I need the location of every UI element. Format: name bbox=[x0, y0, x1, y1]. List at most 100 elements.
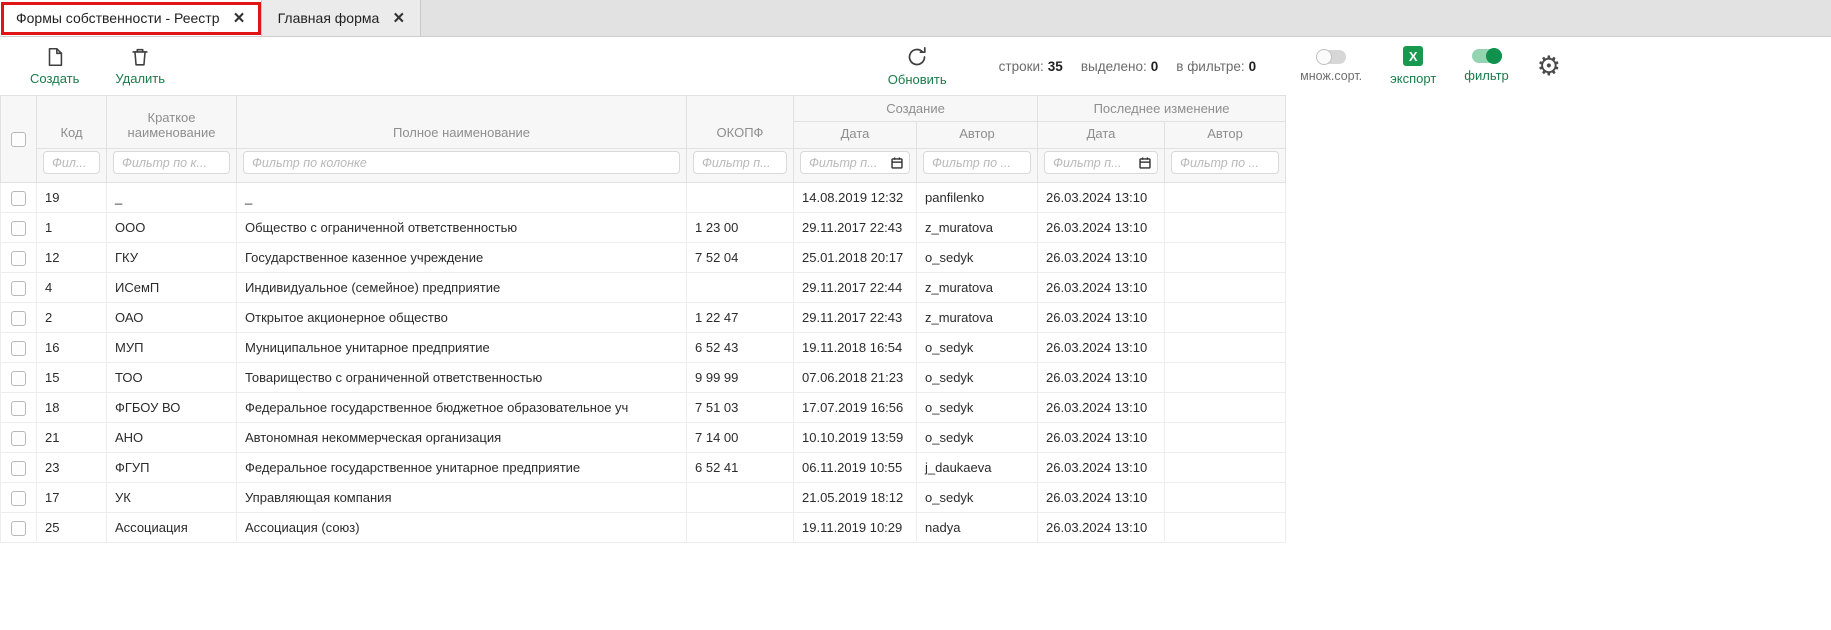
toggle-off-icon[interactable] bbox=[1316, 50, 1346, 64]
cell-creation-date: 25.01.2018 20:17 bbox=[794, 243, 917, 273]
row-select-cell bbox=[1, 363, 37, 393]
tab-forms-registry[interactable]: Формы собственности - Реестр × bbox=[0, 0, 262, 36]
cell-creation-date: 19.11.2019 10:29 bbox=[794, 513, 917, 543]
column-header-okopf[interactable]: ОКОПФ bbox=[687, 96, 794, 149]
toolbar-right-group: Обновить строки:35 выделено:0 в фильтре:… bbox=[888, 45, 1561, 87]
rows-count: строки:35 bbox=[999, 59, 1063, 74]
column-header-change-date[interactable]: Дата bbox=[1038, 122, 1165, 149]
okopf-filter-input[interactable] bbox=[693, 151, 787, 174]
cell-creation-date: 14.08.2019 12:32 bbox=[794, 183, 917, 213]
code-filter-input[interactable] bbox=[43, 151, 100, 174]
creation-author-filter-input[interactable] bbox=[923, 151, 1031, 174]
full-name-filter-input[interactable] bbox=[243, 151, 680, 174]
gear-icon[interactable]: ⚙ bbox=[1537, 53, 1561, 80]
select-all-checkbox[interactable] bbox=[11, 132, 26, 147]
cell-code: 18 bbox=[37, 393, 107, 423]
table-row[interactable]: 19__14.08.2019 12:32panfilenko26.03.2024… bbox=[1, 183, 1286, 213]
row-select-cell bbox=[1, 483, 37, 513]
cell-change-author bbox=[1165, 423, 1286, 453]
column-header-short-name[interactable]: Краткое наименование bbox=[107, 96, 237, 149]
table-row[interactable]: 25АссоциацияАссоциация (союз)19.11.2019 … bbox=[1, 513, 1286, 543]
table-row[interactable]: 4ИСемПИндивидуальное (семейное) предприя… bbox=[1, 273, 1286, 303]
cell-creation-date: 29.11.2017 22:43 bbox=[794, 213, 917, 243]
table-row[interactable]: 2ОАООткрытое акционерное общество1 22 47… bbox=[1, 303, 1286, 333]
column-header-creation-date[interactable]: Дата bbox=[794, 122, 917, 149]
row-checkbox[interactable] bbox=[11, 461, 26, 476]
row-checkbox[interactable] bbox=[11, 431, 26, 446]
row-checkbox[interactable] bbox=[11, 311, 26, 326]
filtered-count: в фильтре:0 bbox=[1176, 59, 1256, 74]
column-header-code[interactable]: Код bbox=[37, 96, 107, 149]
row-checkbox[interactable] bbox=[11, 401, 26, 416]
row-checkbox[interactable] bbox=[11, 521, 26, 536]
excel-icon: X bbox=[1403, 46, 1423, 66]
toggle-on-icon[interactable] bbox=[1472, 49, 1502, 63]
row-checkbox[interactable] bbox=[11, 371, 26, 386]
cell-okopf: 7 51 03 bbox=[687, 393, 794, 423]
calendar-icon[interactable] bbox=[890, 156, 904, 170]
row-checkbox[interactable] bbox=[11, 341, 26, 356]
row-checkbox[interactable] bbox=[11, 251, 26, 266]
cell-creation-author: j_daukaeva bbox=[917, 453, 1038, 483]
table-row[interactable]: 17УКУправляющая компания21.05.2019 18:12… bbox=[1, 483, 1286, 513]
short-name-filter-input[interactable] bbox=[113, 151, 230, 174]
cell-creation-date: 07.06.2018 21:23 bbox=[794, 363, 917, 393]
cell-change-date: 26.03.2024 13:10 bbox=[1038, 393, 1165, 423]
row-checkbox[interactable] bbox=[11, 281, 26, 296]
close-icon[interactable]: × bbox=[234, 9, 245, 28]
filter-toggle[interactable]: фильтр bbox=[1464, 49, 1508, 83]
export-button[interactable]: X экспорт bbox=[1390, 46, 1436, 86]
create-button[interactable]: Создать bbox=[30, 46, 79, 86]
row-checkbox[interactable] bbox=[11, 191, 26, 206]
cell-okopf: 7 14 00 bbox=[687, 423, 794, 453]
cell-code: 15 bbox=[37, 363, 107, 393]
select-all-cell bbox=[1, 96, 37, 183]
short-name-filter bbox=[113, 151, 230, 174]
selected-count-value: 0 bbox=[1151, 59, 1159, 74]
tab-main-form[interactable]: Главная форма × bbox=[262, 0, 422, 36]
cell-change-author bbox=[1165, 303, 1286, 333]
cell-okopf: 6 52 41 bbox=[687, 453, 794, 483]
column-header-creation-author[interactable]: Автор bbox=[917, 122, 1038, 149]
delete-button-label: Удалить bbox=[115, 71, 165, 86]
cell-creation-author: o_sedyk bbox=[917, 423, 1038, 453]
cell-okopf bbox=[687, 513, 794, 543]
cell-change-date: 26.03.2024 13:10 bbox=[1038, 363, 1165, 393]
change-date-filter bbox=[1044, 151, 1158, 174]
table-row[interactable]: 18ФГБОУ ВОФедеральное государственное бю… bbox=[1, 393, 1286, 423]
cell-short-name: ФГУП bbox=[107, 453, 237, 483]
filtered-count-value: 0 bbox=[1249, 59, 1257, 74]
table-row[interactable]: 21АНОАвтономная некоммерческая организац… bbox=[1, 423, 1286, 453]
close-icon[interactable]: × bbox=[393, 9, 404, 28]
toolbar: Создать Удалить Обновить bbox=[0, 37, 1831, 95]
column-header-full-name[interactable]: Полное наименование bbox=[237, 96, 687, 149]
cell-full-name: Управляющая компания bbox=[237, 483, 687, 513]
rows-count-value: 35 bbox=[1048, 59, 1063, 74]
code-filter bbox=[43, 151, 100, 174]
table-row[interactable]: 15ТООТоварищество с ограниченной ответст… bbox=[1, 363, 1286, 393]
cell-change-date: 26.03.2024 13:10 bbox=[1038, 483, 1165, 513]
row-select-cell bbox=[1, 393, 37, 423]
table-row[interactable]: 12ГКУГосударственное казенное учреждение… bbox=[1, 243, 1286, 273]
cell-code: 17 bbox=[37, 483, 107, 513]
row-select-cell bbox=[1, 273, 37, 303]
table-row[interactable]: 16МУПМуниципальное унитарное предприятие… bbox=[1, 333, 1286, 363]
delete-button[interactable]: Удалить bbox=[115, 46, 165, 86]
refresh-button[interactable]: Обновить bbox=[888, 45, 947, 87]
change-author-filter bbox=[1171, 151, 1279, 174]
calendar-icon[interactable] bbox=[1138, 156, 1152, 170]
column-header-change-author[interactable]: Автор bbox=[1165, 122, 1286, 149]
cell-okopf: 1 22 47 bbox=[687, 303, 794, 333]
table-row[interactable]: 1ООООбщество с ограниченной ответственно… bbox=[1, 213, 1286, 243]
change-author-filter-input[interactable] bbox=[1171, 151, 1279, 174]
registry-table: Код Краткое наименование Полное наименов… bbox=[0, 95, 1286, 543]
table-row[interactable]: 23ФГУПФедеральное государственное унитар… bbox=[1, 453, 1286, 483]
multisort-toggle[interactable]: множ.сорт. bbox=[1300, 50, 1362, 83]
row-checkbox[interactable] bbox=[11, 491, 26, 506]
cell-creation-date: 29.11.2017 22:43 bbox=[794, 303, 917, 333]
cell-code: 21 bbox=[37, 423, 107, 453]
cell-change-date: 26.03.2024 13:10 bbox=[1038, 213, 1165, 243]
row-checkbox[interactable] bbox=[11, 221, 26, 236]
cell-change-date: 26.03.2024 13:10 bbox=[1038, 183, 1165, 213]
cell-creation-date: 21.05.2019 18:12 bbox=[794, 483, 917, 513]
